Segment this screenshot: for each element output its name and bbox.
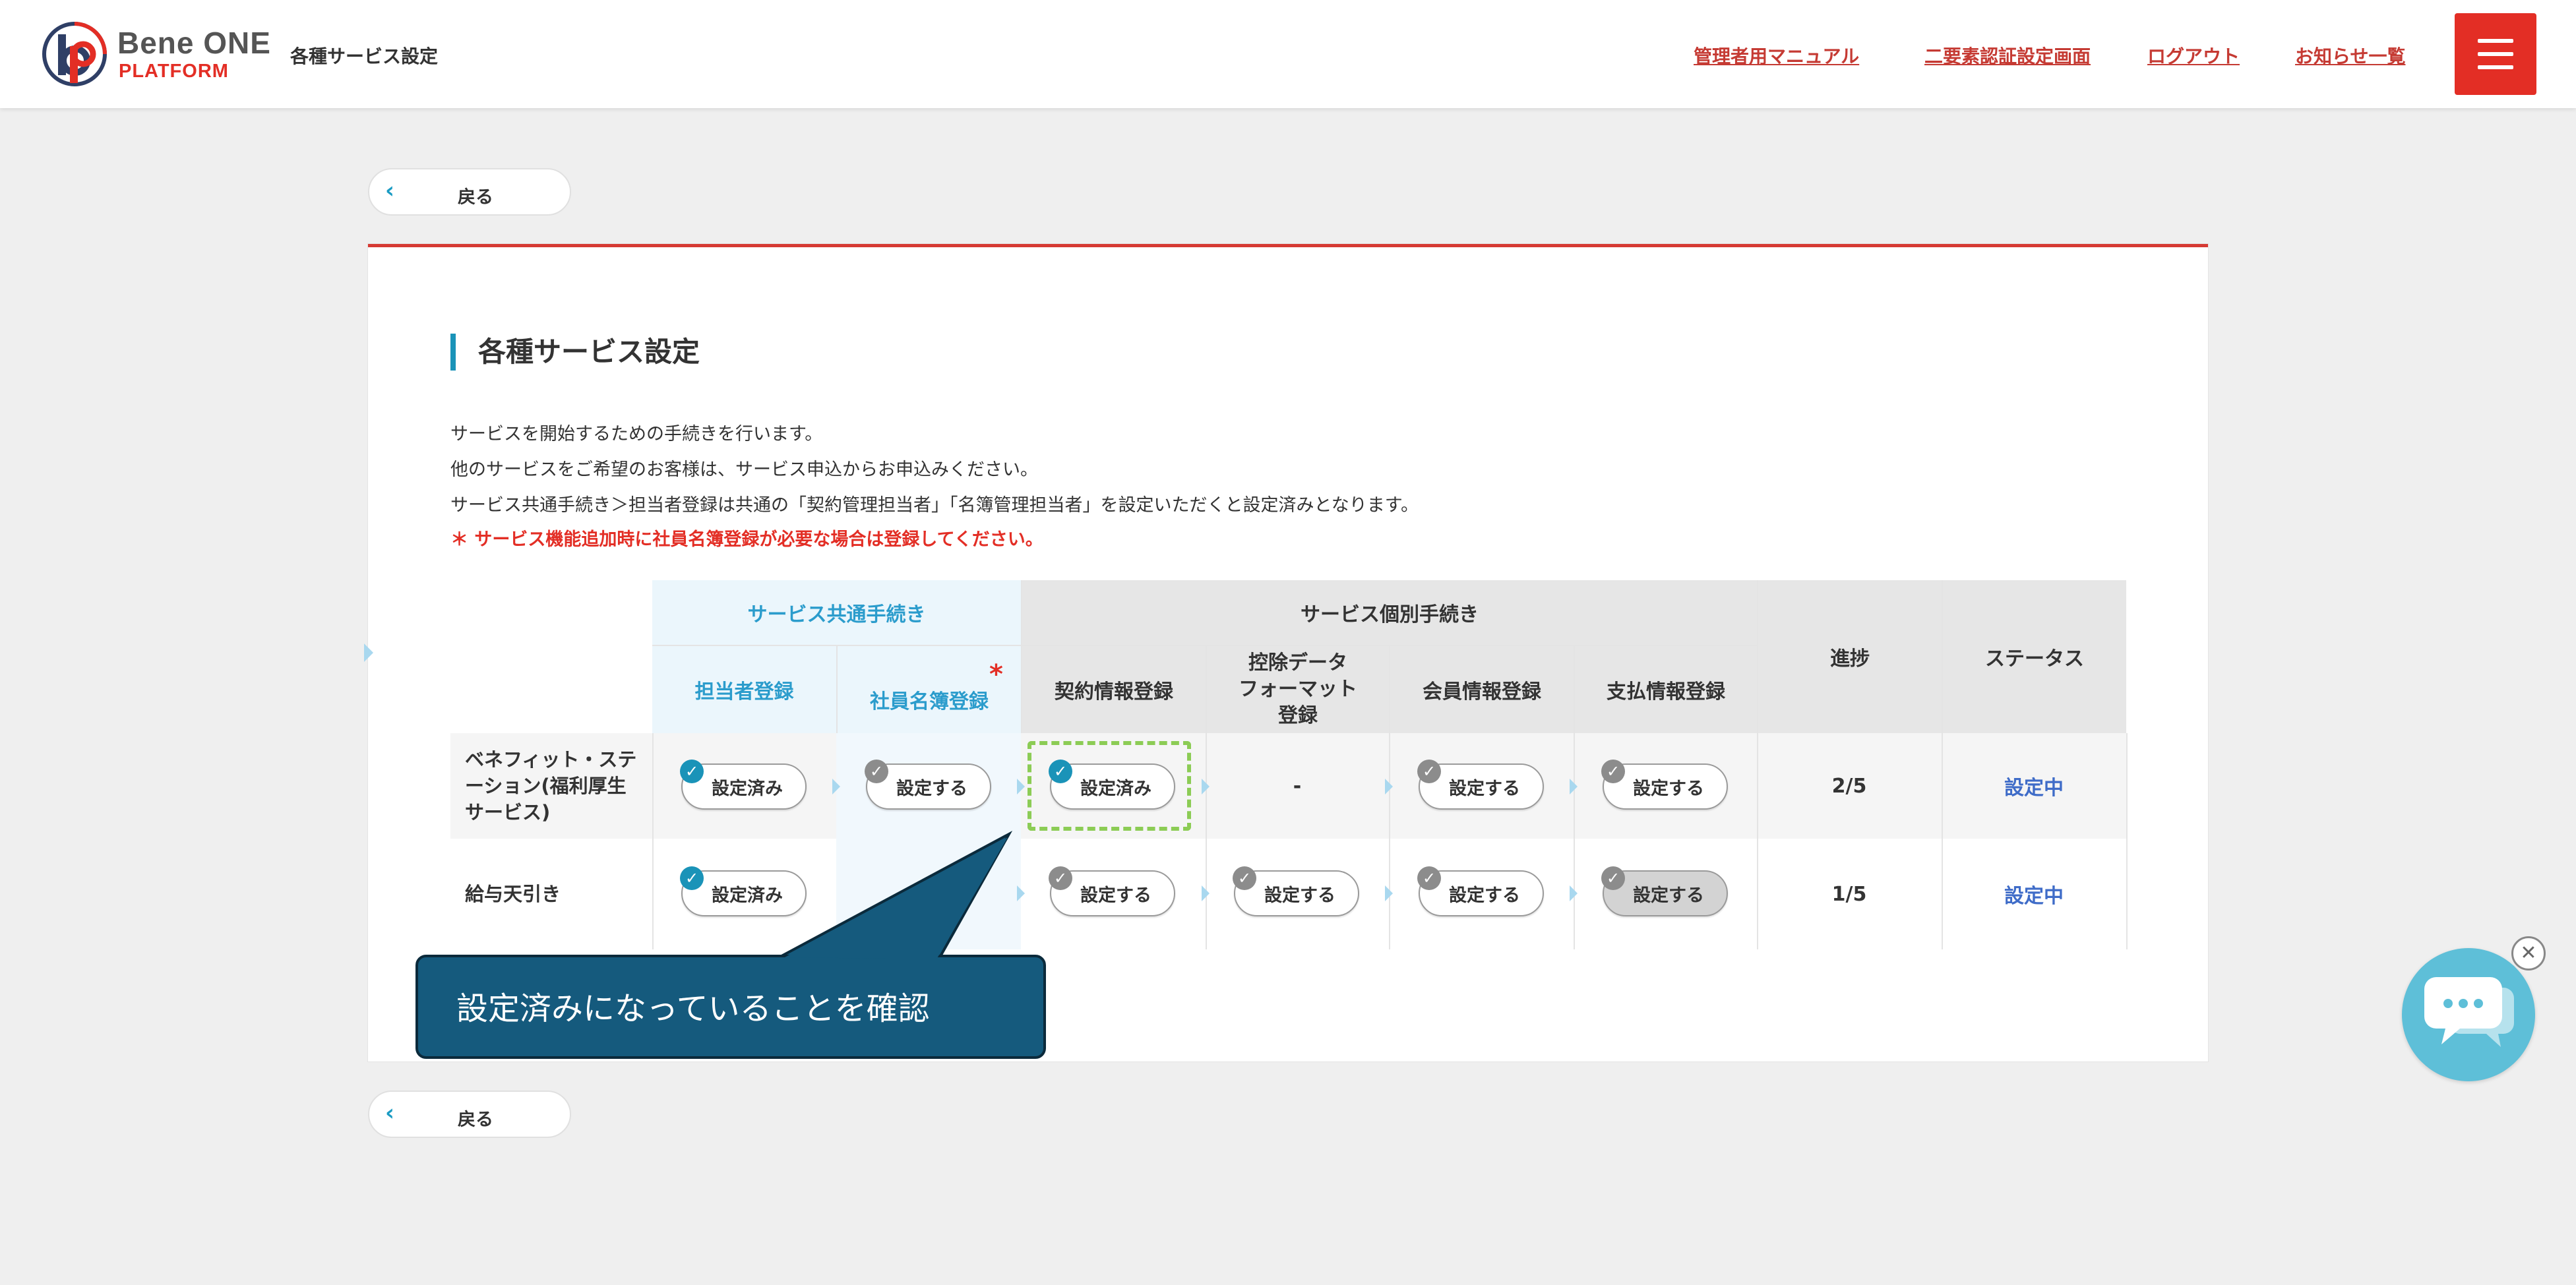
row2-koujo-button[interactable]: ✓ 設定する — [1233, 866, 1359, 916]
row2-tantou-button[interactable]: ✓ 設定済み — [680, 866, 807, 916]
column-header-tantou: 担当者登録 — [652, 646, 836, 733]
logout-link[interactable]: ログアウト — [2147, 42, 2240, 69]
hamburger-line — [2478, 65, 2513, 69]
header-page-title: 各種サービス設定 — [290, 45, 439, 67]
divider — [652, 733, 654, 949]
hamburger-menu-button[interactable] — [2455, 13, 2536, 95]
button-label: 設定する — [1449, 778, 1520, 799]
check-circle-icon: ✓ — [1417, 866, 1441, 890]
row-label-line: ーション(福利厚生 — [465, 775, 627, 797]
column-header-koujo-line: 控除データ — [1248, 651, 1347, 674]
back-button-label: 戻る — [458, 1110, 493, 1130]
admin-manual-link[interactable]: 管理者用マニュアル — [1694, 42, 1859, 69]
row1-shain-button[interactable]: ✓ 設定する — [865, 760, 991, 810]
notices-link[interactable]: お知らせ一覧 — [2295, 42, 2405, 69]
step-arrow-icon — [1202, 885, 1210, 901]
row1-shiharai-button[interactable]: ✓ 設定する — [1601, 760, 1728, 810]
step-arrow-icon — [1202, 779, 1210, 794]
scroll-left-arrow-icon[interactable] — [364, 643, 373, 662]
row2-kaiin-button[interactable]: ✓ 設定する — [1417, 866, 1544, 916]
chevron-left-icon: ‹ — [385, 177, 395, 204]
chat-close-button[interactable]: ✕ — [2511, 936, 2546, 971]
description-line: 他のサービスをご希望のお客様は、サービス申込からお申込みください。 — [450, 460, 1038, 480]
divider — [1389, 733, 1390, 949]
divider — [1574, 733, 1575, 949]
callout-text: 設定済みになっていることを確認 — [456, 990, 930, 1027]
check-circle-icon: ✓ — [1601, 866, 1625, 890]
check-circle-icon: ✓ — [1233, 866, 1256, 890]
required-mark: * — [989, 659, 1003, 690]
column-header-koujo-line: フォーマット — [1239, 678, 1357, 701]
row-label-benefit-station: ベネフィット・ステ ーション(福利厚生 サービス) — [450, 733, 652, 839]
row1-kaiin-button[interactable]: ✓ 設定する — [1417, 760, 1544, 810]
column-header-kaiin: 会員情報登録 — [1389, 646, 1574, 733]
button-label: 設定する — [896, 778, 967, 799]
page-title: 各種サービス設定 — [450, 334, 700, 371]
description-line: サービスを開始するための手続きを行います。 — [450, 424, 823, 444]
close-icon: ✕ — [2520, 941, 2537, 965]
column-header-shiharai: 支払情報登録 — [1574, 646, 1757, 733]
button-label: 設定する — [1633, 885, 1704, 906]
button-label: 設定する — [1633, 778, 1704, 799]
step-arrow-icon — [1017, 779, 1025, 794]
step-arrow-icon — [832, 779, 840, 794]
button-label: 設定する — [1264, 885, 1335, 906]
check-circle-icon: ✓ — [865, 760, 888, 783]
check-circle-icon: ✓ — [680, 760, 704, 783]
row2-shiharai-button[interactable]: ✓ 設定する — [1601, 866, 1728, 916]
check-circle-icon: ✓ — [1049, 866, 1072, 890]
hamburger-line — [2478, 52, 2513, 56]
row2-keiyaku-button[interactable]: ✓ 設定する — [1049, 866, 1175, 916]
check-circle-icon: ✓ — [680, 866, 704, 890]
row1-tantou-button[interactable]: ✓ 設定済み — [680, 760, 807, 810]
column-header-koujo-line: 登録 — [1278, 704, 1318, 727]
column-header-status: ステータス — [1942, 580, 2126, 733]
divider — [2126, 733, 2128, 949]
row2-progress: 1/5 — [1831, 882, 1867, 906]
step-arrow-icon — [1017, 885, 1025, 901]
brand-name: Bene ONE — [117, 26, 271, 60]
button-label: 設定する — [1449, 885, 1520, 906]
step-arrow-icon — [1385, 779, 1393, 794]
step-arrow-icon — [1385, 885, 1393, 901]
column-header-koujo: 控除データ フォーマット 登録 — [1206, 646, 1389, 733]
note-required: ＊ サービス機能追加時に社員名簿登録が必要な場合は登録してください。 — [450, 529, 1043, 550]
column-header-keiyaku: 契約情報登録 — [1021, 646, 1206, 733]
logo-mark — [42, 22, 107, 86]
row-label-kyuyo: 給与天引き — [465, 883, 561, 905]
shain-column-bg — [836, 839, 1021, 949]
row-label-line: ベネフィット・ステ — [465, 748, 637, 771]
row1-progress: 2/5 — [1831, 774, 1867, 798]
group-header-common: サービス共通手続き — [652, 580, 1021, 646]
back-button-bottom[interactable]: ‹ 戻る — [368, 1091, 571, 1138]
button-label: 設定済み — [712, 885, 783, 906]
two-factor-settings-link[interactable]: 二要素認証設定画面 — [1924, 42, 2091, 69]
button-label: 設定する — [1080, 885, 1151, 906]
chevron-left-icon: ‹ — [385, 1100, 395, 1126]
column-header-progress: 進捗 — [1757, 580, 1942, 733]
hamburger-menu-icon — [2478, 39, 2513, 43]
check-circle-icon: ✓ — [1601, 760, 1625, 783]
check-circle-icon: ✓ — [1417, 760, 1441, 783]
row2-status[interactable]: 設定中 — [1942, 839, 2126, 949]
description-line: サービス共通手続き＞担当者登録は共通の「契約管理担当者」「名簿管理担当者」を設定… — [450, 495, 1419, 516]
top-header: Bene ONE PLATFORM 各種サービス設定 管理者用マニュアル 二要素… — [0, 0, 2576, 108]
row1-koujo-value: - — [1293, 774, 1302, 798]
chat-bubbles-icon — [2424, 977, 2514, 1047]
brand-sub: PLATFORM — [119, 61, 229, 82]
chat-button[interactable] — [2402, 948, 2535, 1081]
row-label-line: サービス) — [465, 801, 551, 823]
step-arrow-icon — [1570, 885, 1578, 901]
row1-status[interactable]: 設定中 — [1942, 733, 2126, 839]
group-header-individual: サービス個別手続き — [1021, 580, 1757, 646]
button-label: 設定済み — [712, 778, 783, 799]
back-button-top[interactable]: ‹ 戻る — [368, 168, 571, 216]
back-button-label: 戻る — [458, 187, 493, 208]
step-arrow-icon — [1570, 779, 1578, 794]
highlight-box — [1027, 741, 1191, 831]
